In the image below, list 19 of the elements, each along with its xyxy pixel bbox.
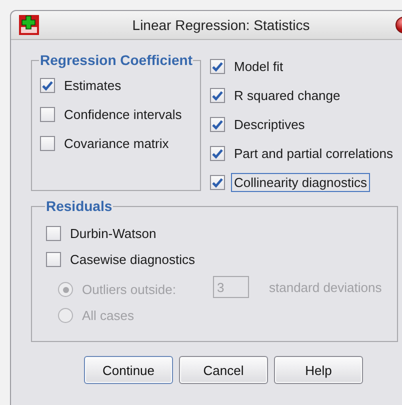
radio-label: All cases bbox=[81, 307, 136, 325]
checkbox-label: Collinearity diagnostics bbox=[231, 173, 370, 192]
group-title: Residuals bbox=[45, 198, 114, 214]
checkbox-label: R squared change bbox=[233, 87, 342, 105]
checkbox-label: Casewise diagnostics bbox=[69, 251, 196, 269]
checkbox-label: Covariance matrix bbox=[63, 135, 170, 153]
checkbox-label: Model fit bbox=[233, 58, 284, 76]
dialog-button[interactable]: Cancel bbox=[179, 356, 268, 384]
unit-label: standard deviations bbox=[268, 278, 383, 296]
dialog-button[interactable]: Help bbox=[274, 356, 363, 384]
radio-label: Outliers outside: bbox=[81, 281, 177, 299]
dialog-button[interactable]: Continue bbox=[84, 356, 173, 384]
checkbox-label: Descriptives bbox=[233, 116, 306, 134]
checkbox-label: Part and partial correlations bbox=[233, 145, 394, 163]
checkbox-label: Confidence intervals bbox=[63, 106, 183, 124]
checkbox-label: Estimates bbox=[63, 77, 122, 95]
group-title: Regression Coefficient bbox=[39, 52, 194, 68]
checkbox-label: Durbin-Watson bbox=[69, 225, 158, 243]
window-title: Linear Regression: Statistics bbox=[131, 17, 311, 33]
